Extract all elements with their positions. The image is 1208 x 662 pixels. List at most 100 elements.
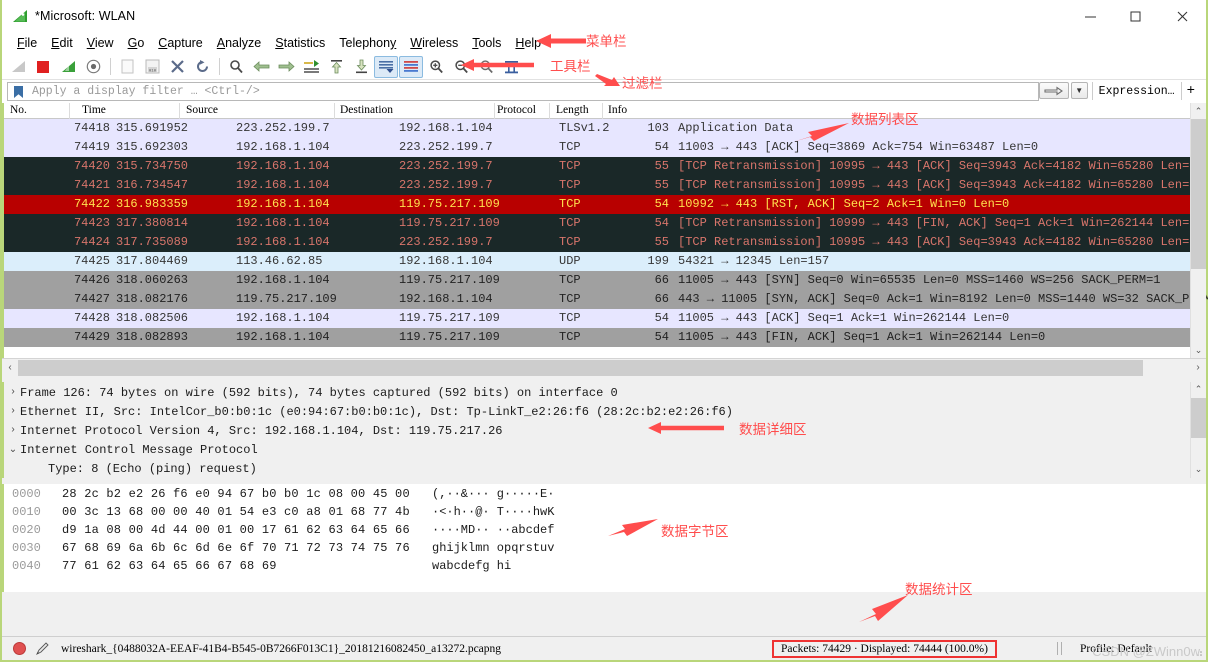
bytes-row[interactable]: 003067 68 69 6a 6b 6c 6d 6e 6f 70 71 72 …: [4, 541, 1206, 559]
cell-no: 74426: [4, 273, 110, 287]
menu-item-wireless[interactable]: Wireless: [403, 35, 465, 51]
colorize-packets-icon[interactable]: [399, 56, 423, 78]
detail-row[interactable]: Type: 8 (Echo (ping) request): [4, 459, 1206, 478]
cell-protocol: TCP: [559, 140, 581, 154]
scroll-up-icon[interactable]: ⌃: [1191, 382, 1206, 398]
expert-info-icon[interactable]: [35, 642, 49, 656]
cell-destination: 192.168.1.104: [399, 292, 493, 306]
table-row[interactable]: 74420315.734750192.168.1.104223.252.199.…: [4, 157, 1206, 176]
table-row[interactable]: 74424317.735089192.168.1.104223.252.199.…: [4, 233, 1206, 252]
bytes-row[interactable]: 000028 2c b2 e2 26 f6 e0 94 67 b0 b0 1c …: [4, 487, 1206, 505]
scroll-right-icon[interactable]: ›: [1190, 360, 1206, 376]
column-header-time[interactable]: Time: [82, 104, 106, 116]
hscroll-thumb[interactable]: [18, 360, 1143, 376]
scroll-left-icon[interactable]: ‹: [2, 360, 18, 376]
filter-input-wrapper[interactable]: Apply a display filter … <Ctrl-/>: [7, 82, 1039, 101]
bytes-row[interactable]: 004077 61 62 63 64 65 66 67 68 69wabcdef…: [4, 559, 1206, 577]
find-packet-icon[interactable]: [224, 56, 248, 78]
table-row[interactable]: 74429318.082893192.168.1.104119.75.217.1…: [4, 328, 1206, 347]
close-button[interactable]: [1158, 0, 1206, 32]
menu-item-telephony[interactable]: Telephony: [332, 35, 403, 51]
packet-detail-pane: ›Frame 126: 74 bytes on wire (592 bits),…: [2, 382, 1206, 478]
chevron-right-icon[interactable]: ›: [6, 425, 20, 436]
packet-detail-vscrollbar[interactable]: ⌃ ⌄: [1190, 382, 1206, 478]
column-header-info[interactable]: Info: [608, 104, 627, 116]
cell-destination: 119.75.217.109: [399, 216, 500, 230]
start-capture-icon[interactable]: [6, 56, 30, 78]
zoom-in-icon[interactable]: [424, 56, 448, 78]
menu-item-view[interactable]: View: [80, 35, 121, 51]
bytes-ascii: ·<·h··@· T····hwK: [432, 505, 554, 519]
table-row[interactable]: 74425317.804469113.46.62.85192.168.1.104…: [4, 252, 1206, 271]
go-first-packet-icon[interactable]: [324, 56, 348, 78]
resize-columns-icon[interactable]: [499, 56, 523, 78]
display-filter-bar: Apply a display filter … <Ctrl-/> ▼ Expr…: [2, 80, 1206, 103]
stop-capture-icon[interactable]: [31, 56, 55, 78]
auto-scroll-icon[interactable]: [374, 56, 398, 78]
apply-filter-button[interactable]: [1039, 82, 1069, 99]
close-file-icon[interactable]: [165, 56, 189, 78]
capture-options-icon[interactable]: [81, 56, 105, 78]
bytes-offset: 0030: [12, 541, 41, 555]
menu-item-tools[interactable]: Tools: [465, 35, 508, 51]
bookmark-icon[interactable]: [10, 83, 27, 100]
table-row[interactable]: 74422316.983359192.168.1.104119.75.217.1…: [4, 195, 1206, 214]
go-last-packet-icon[interactable]: [349, 56, 373, 78]
menu-item-file[interactable]: File: [10, 35, 44, 51]
scroll-up-icon[interactable]: ⌃: [1191, 103, 1206, 119]
reload-file-icon[interactable]: [190, 56, 214, 78]
open-file-icon[interactable]: [115, 56, 139, 78]
restart-capture-icon[interactable]: [56, 56, 80, 78]
cell-source: 119.75.217.109: [236, 292, 337, 306]
column-header-destination[interactable]: Destination: [340, 104, 393, 116]
zoom-reset-icon[interactable]: [474, 56, 498, 78]
cell-length: 199: [604, 254, 669, 268]
packet-list-vscrollbar[interactable]: ⌃ ⌄: [1190, 103, 1206, 358]
go-back-icon[interactable]: [249, 56, 273, 78]
menu-item-capture[interactable]: Capture: [151, 35, 209, 51]
column-header-length[interactable]: Length: [556, 104, 589, 116]
cell-length: 55: [604, 159, 669, 173]
go-forward-icon[interactable]: [274, 56, 298, 78]
chevron-down-icon[interactable]: ▼: [1071, 82, 1088, 99]
menu-item-analyze[interactable]: Analyze: [210, 35, 268, 51]
column-header-no[interactable]: No.: [10, 104, 27, 116]
minimize-button[interactable]: [1068, 0, 1113, 32]
maximize-button[interactable]: [1113, 0, 1158, 32]
bytes-row[interactable]: 001000 3c 13 68 00 00 40 01 54 e3 c0 a8 …: [4, 505, 1206, 523]
detail-row[interactable]: ›Frame 126: 74 bytes on wire (592 bits),…: [4, 383, 1206, 402]
table-row[interactable]: 74426318.060263192.168.1.104119.75.217.1…: [4, 271, 1206, 290]
column-header-source[interactable]: Source: [186, 104, 218, 116]
scroll-down-icon[interactable]: ⌄: [1191, 462, 1206, 478]
menu-item-edit[interactable]: Edit: [44, 35, 80, 51]
hscroll-track[interactable]: [18, 360, 1190, 376]
scroll-down-icon[interactable]: ⌄: [1191, 342, 1206, 358]
menu-item-go[interactable]: Go: [121, 35, 152, 51]
detail-row[interactable]: ⌄Internet Control Message Protocol: [4, 440, 1206, 459]
add-filter-button[interactable]: +: [1181, 82, 1203, 100]
go-to-packet-icon[interactable]: [299, 56, 323, 78]
capture-running-icon[interactable]: [13, 642, 26, 655]
detail-row[interactable]: ›Ethernet II, Src: IntelCor_b0:b0:1c (e0…: [4, 402, 1206, 421]
cell-protocol: TCP: [559, 311, 581, 325]
bytes-row[interactable]: 0020d9 1a 08 00 4d 44 00 01 00 17 61 62 …: [4, 523, 1206, 541]
packet-list-hscrollbar[interactable]: ‹ ›: [2, 358, 1206, 376]
table-row[interactable]: 74428318.082506192.168.1.104119.75.217.1…: [4, 309, 1206, 328]
filter-input[interactable]: Apply a display filter … <Ctrl-/>: [29, 85, 260, 98]
chevron-right-icon[interactable]: ›: [6, 387, 20, 398]
menu-item-statistics[interactable]: Statistics: [268, 35, 332, 51]
cell-info: 10992 → 443 [RST, ACK] Seq=2 Ack=1 Win=0…: [678, 197, 1009, 211]
save-file-icon[interactable]: 010: [140, 56, 164, 78]
zoom-out-icon[interactable]: [449, 56, 473, 78]
detail-row[interactable]: ›Internet Protocol Version 4, Src: 192.1…: [4, 421, 1206, 440]
filter-expression-button[interactable]: Expression…: [1092, 82, 1181, 100]
chevron-down-icon[interactable]: ⌄: [6, 444, 20, 456]
table-row[interactable]: 74421316.734547192.168.1.104223.252.199.…: [4, 176, 1206, 195]
table-row[interactable]: 74418315.691952223.252.199.7192.168.1.10…: [4, 119, 1206, 138]
table-row[interactable]: 74427318.082176119.75.217.109192.168.1.1…: [4, 290, 1206, 309]
table-row[interactable]: 74419315.692303192.168.1.104223.252.199.…: [4, 138, 1206, 157]
table-row[interactable]: 74423317.380814192.168.1.104119.75.217.1…: [4, 214, 1206, 233]
chevron-right-icon[interactable]: ›: [6, 406, 20, 417]
column-header-protocol[interactable]: Protocol: [497, 104, 536, 116]
menu-item-help[interactable]: Help: [508, 35, 548, 51]
